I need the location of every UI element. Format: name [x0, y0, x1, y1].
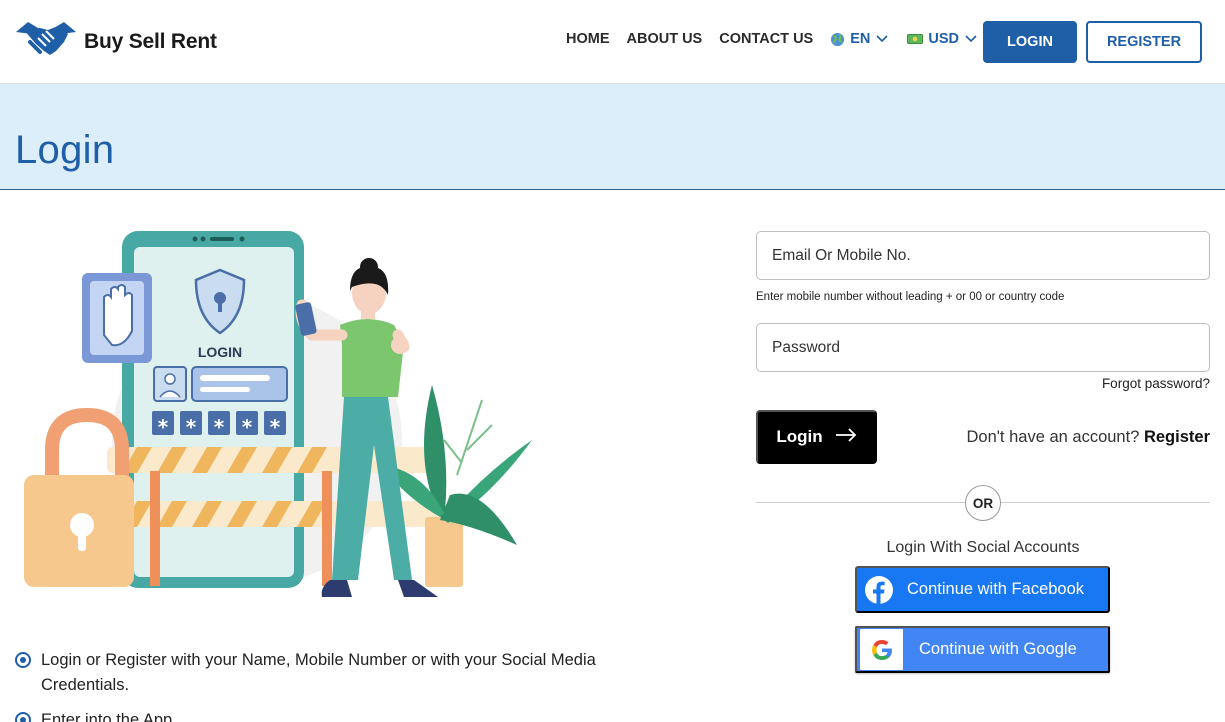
- currency-dropdown[interactable]: USD: [907, 31, 978, 47]
- google-login-button[interactable]: Continue with Google: [855, 626, 1110, 673]
- logo-text: Buy Sell Rent: [84, 29, 217, 53]
- register-prompt: Don't have an account? Register: [967, 428, 1210, 447]
- forgot-password-link[interactable]: Forgot password?: [1102, 376, 1210, 391]
- login-illustration: LOGIN * * * * *: [12, 225, 542, 605]
- globe-icon: [830, 32, 845, 47]
- svg-text:*: *: [214, 415, 225, 439]
- login-button-label: Login: [776, 427, 823, 446]
- facebook-login-button[interactable]: Continue with Facebook: [855, 566, 1110, 613]
- nav-contact-us[interactable]: CONTACT US: [719, 31, 813, 47]
- currency-label: USD: [928, 31, 959, 47]
- main-nav: HOME ABOUT US CONTACT US EN USD: [566, 31, 996, 47]
- svg-text:*: *: [242, 415, 253, 439]
- google-login-label: Continue with Google: [919, 640, 1077, 658]
- email-field[interactable]: [756, 231, 1210, 280]
- page-banner: Login: [0, 84, 1225, 190]
- email-hint: Enter mobile number without leading + or…: [756, 291, 1065, 303]
- nav-home[interactable]: HOME: [566, 31, 610, 47]
- illustration-login-text: LOGIN: [198, 344, 242, 360]
- feature-list: Login or Register with your Name, Mobile…: [15, 648, 665, 722]
- list-item-text: Login or Register with your Name, Mobile…: [41, 651, 596, 694]
- or-separator: OR: [965, 485, 1001, 521]
- list-item-text: Enter into the App: [41, 711, 173, 722]
- header-register-button[interactable]: REGISTER: [1086, 21, 1202, 63]
- social-login-title: Login With Social Accounts: [886, 539, 1080, 556]
- header-login-button[interactable]: LOGIN: [983, 21, 1077, 63]
- facebook-login-label: Continue with Facebook: [907, 580, 1085, 598]
- language-dropdown[interactable]: EN: [830, 31, 889, 47]
- arrow-right-icon: [835, 427, 857, 447]
- chevron-down-icon: [964, 34, 978, 44]
- handshake-icon: [14, 18, 78, 65]
- password-field[interactable]: [756, 323, 1210, 372]
- login-button[interactable]: Login: [756, 410, 877, 464]
- list-item: Login or Register with your Name, Mobile…: [15, 648, 665, 698]
- radio-bullet-icon: [15, 652, 31, 668]
- google-icon: [860, 629, 903, 670]
- page-title: Login: [15, 128, 115, 172]
- radio-bullet-icon: [15, 712, 31, 722]
- nav-about-us[interactable]: ABOUT US: [627, 31, 703, 47]
- money-icon: [907, 33, 924, 45]
- no-account-text: Don't have an account?: [966, 428, 1140, 446]
- language-label: EN: [850, 31, 871, 47]
- logo[interactable]: Buy Sell Rent: [14, 18, 217, 65]
- chevron-down-icon: [875, 34, 889, 44]
- register-link[interactable]: Register: [1144, 428, 1210, 446]
- svg-text:*: *: [158, 415, 169, 439]
- list-item: Enter into the App: [15, 708, 665, 722]
- svg-text:*: *: [270, 415, 281, 439]
- svg-text:*: *: [186, 415, 197, 439]
- facebook-icon: [857, 566, 901, 613]
- site-header: Buy Sell Rent HOME ABOUT US CONTACT US E…: [0, 0, 1225, 84]
